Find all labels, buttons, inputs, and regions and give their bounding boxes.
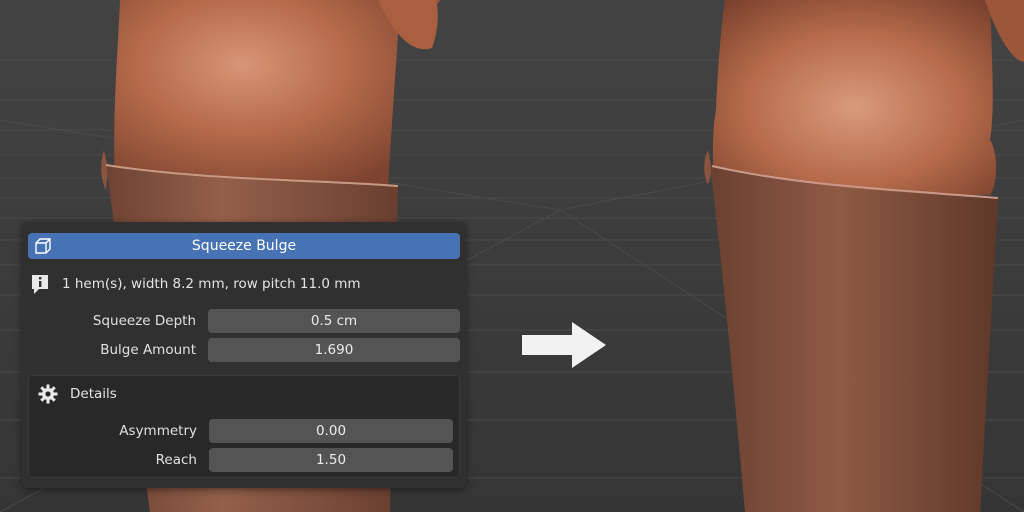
info-row: 1 hem(s), width 8.2 mm, row pitch 11.0 m… xyxy=(30,272,361,296)
reach-row: Reach 1.50 xyxy=(29,448,453,472)
panel-header[interactable]: Squeeze Bulge xyxy=(28,233,460,259)
asymmetry-field[interactable]: 0.00 xyxy=(209,419,453,443)
bulge-amount-label: Bulge Amount xyxy=(100,342,196,358)
asymmetry-label: Asymmetry xyxy=(119,423,197,439)
bulge-amount-row: Bulge Amount 1.690 xyxy=(22,338,460,362)
squeeze-depth-label: Squeeze Depth xyxy=(92,313,196,329)
arrow-right-icon xyxy=(522,322,606,368)
panel-title: Squeeze Bulge xyxy=(191,238,297,254)
gear-icon xyxy=(38,384,58,404)
reach-label: Reach xyxy=(155,452,197,468)
cube-icon xyxy=(35,238,51,254)
asymmetry-row: Asymmetry 0.00 xyxy=(29,419,453,443)
details-title: Details xyxy=(70,386,117,402)
info-text: 1 hem(s), width 8.2 mm, row pitch 11.0 m… xyxy=(62,276,361,292)
details-subpanel: Details Asymmetry 0.00 Reach 1.50 xyxy=(28,375,460,478)
bulge-amount-field[interactable]: 1.690 xyxy=(208,338,460,362)
reach-field[interactable]: 1.50 xyxy=(209,448,453,472)
operator-panel: Squeeze Bulge 1 hem(s), width 8.2 mm, ro… xyxy=(22,222,466,488)
details-header[interactable]: Details xyxy=(38,383,117,405)
squeeze-depth-row: Squeeze Depth 0.5 cm xyxy=(22,309,460,333)
3d-viewport[interactable]: Squeeze Bulge 1 hem(s), width 8.2 mm, ro… xyxy=(0,0,1024,512)
squeeze-depth-field[interactable]: 0.5 cm xyxy=(208,309,460,333)
info-icon xyxy=(32,275,48,294)
